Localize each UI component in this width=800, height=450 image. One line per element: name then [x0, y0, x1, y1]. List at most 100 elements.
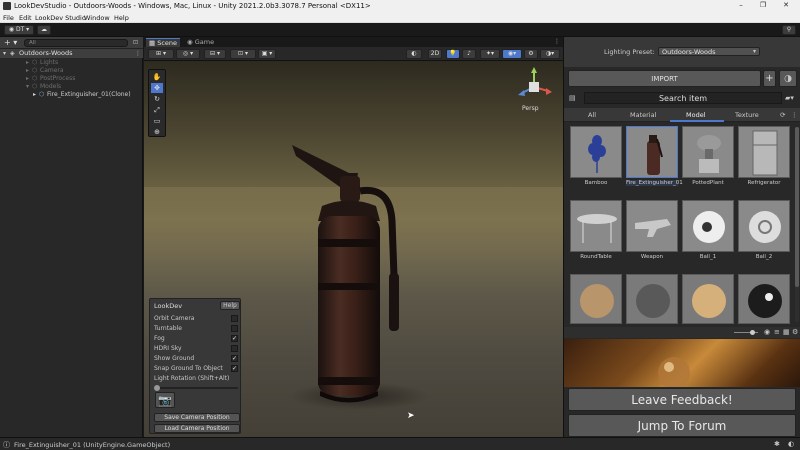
expand-arrow-icon[interactable]: ▾: [26, 83, 29, 91]
tab-all[interactable]: All: [588, 111, 596, 119]
expand-arrow-icon[interactable]: ▸: [26, 75, 29, 83]
help-button[interactable]: Help: [220, 301, 240, 310]
tools-icon[interactable]: ⚙: [524, 49, 538, 59]
progress-icon[interactable]: ◐: [788, 440, 794, 448]
draw-mode-dropdown[interactable]: ⊞ ▾: [148, 49, 174, 59]
hierarchy-item-postprocess[interactable]: ▸ ⬡ PostProcess: [0, 75, 143, 83]
tab-game[interactable]: ◉ Game: [184, 38, 217, 47]
orbit-camera-checkbox[interactable]: [231, 315, 238, 322]
more-icon[interactable]: ⋮: [135, 49, 141, 58]
gizmos-dropdown[interactable]: ◑▾: [540, 49, 560, 59]
tab-material[interactable]: Material: [630, 111, 656, 119]
expand-arrow-icon[interactable]: ▸: [26, 67, 29, 75]
scene-viewport[interactable]: ✋ ✥ ↻ ⤢ ▭ ⊕ Persp LookDev Help Orbit Cam: [144, 61, 563, 437]
asset-ball-2[interactable]: Ball_2: [738, 200, 790, 272]
fog-checkbox[interactable]: ✓: [231, 335, 238, 342]
persp-label[interactable]: Persp: [522, 105, 539, 112]
lock-icon[interactable]: ⊡: [133, 39, 138, 46]
hierarchy-item-models[interactable]: ▾ ⬡ Models: [0, 83, 143, 91]
cloud-icon[interactable]: ☁: [37, 25, 51, 35]
asset-fire-extinguisher[interactable]: Fire_Extinguisher_01: [626, 126, 683, 198]
asset-roundtable[interactable]: RoundTable: [570, 200, 622, 272]
thumbnail-size-slider[interactable]: [734, 330, 758, 335]
sphere-view-icon[interactable]: ◉: [764, 328, 770, 336]
audio-toggle-icon[interactable]: ♪: [462, 49, 476, 59]
light-rotation-slider[interactable]: [154, 385, 238, 391]
scale-tool-icon[interactable]: ⤢: [151, 105, 163, 115]
maximize-button[interactable]: ❐: [757, 1, 769, 11]
filter-icon[interactable]: ▤: [569, 94, 576, 102]
bug-icon[interactable]: ✱: [774, 440, 780, 448]
gear-icon[interactable]: ⚙: [792, 328, 798, 336]
more-icon[interactable]: ⋮: [554, 38, 560, 45]
hierarchy-item-lights[interactable]: ▸ ⬡ Lights: [0, 59, 143, 67]
import-button[interactable]: IMPORT: [568, 70, 761, 87]
hierarchy-item-fire-extinguisher[interactable]: ▸ ⬡ Fire_Extinguisher_01(Clone): [0, 91, 143, 99]
folder-icon[interactable]: ▰▾: [785, 94, 794, 102]
show-ground-checkbox[interactable]: ✓: [231, 355, 238, 362]
search-icon[interactable]: ⚲: [782, 25, 796, 35]
grid-snap-dropdown[interactable]: ⊟ ▾: [204, 49, 226, 59]
effects-toggle-icon[interactable]: ✦▾: [480, 49, 500, 59]
close-button[interactable]: ✕: [780, 1, 792, 11]
asset-pottedplant[interactable]: PottedPlant: [682, 126, 734, 198]
option-snap-ground: Snap Ground To Object ✓: [154, 364, 240, 373]
asset-ball-1[interactable]: Ball_1: [682, 200, 734, 272]
camera-icon[interactable]: 📷: [155, 392, 175, 408]
tab-texture[interactable]: Texture: [735, 111, 759, 119]
transform-tool-icon[interactable]: ⊕: [151, 127, 163, 137]
slider-thumb[interactable]: [750, 330, 755, 335]
expand-arrow-icon[interactable]: ▾: [3, 49, 6, 58]
list-view-icon[interactable]: ≡: [774, 328, 780, 336]
rect-tool-icon[interactable]: ▭: [151, 116, 163, 126]
search-item-input[interactable]: Search item: [584, 92, 782, 104]
hierarchy-search-input[interactable]: All: [24, 39, 128, 47]
hdri-sky-checkbox[interactable]: [231, 345, 238, 352]
asset-scrollbar[interactable]: [795, 127, 799, 322]
scene-row[interactable]: ▾ ◈ Outdoors-Woods ⋮: [0, 49, 143, 58]
account-dropdown[interactable]: ◉ DT ▾: [4, 25, 34, 35]
menu-window[interactable]: Window: [84, 14, 110, 22]
jump-to-forum-button[interactable]: Jump To Forum: [568, 414, 796, 437]
unity-scene-icon: ◈: [10, 50, 15, 57]
hierarchy-item-camera[interactable]: ▸ ⬡ Camera: [0, 67, 143, 75]
hidden-objects-icon[interactable]: ◉▾: [502, 49, 522, 59]
orientation-gizmo[interactable]: Persp: [514, 67, 554, 115]
tab-scene[interactable]: ▦ Scene: [146, 38, 181, 47]
more-icon[interactable]: ⋮: [791, 111, 798, 119]
tab-model[interactable]: Model: [686, 111, 706, 119]
add-button[interactable]: +: [763, 70, 776, 87]
asset-weapon[interactable]: Weapon: [626, 200, 678, 272]
turntable-checkbox[interactable]: [231, 325, 238, 332]
add-icon[interactable]: + ▾: [4, 38, 17, 47]
hand-tool-icon[interactable]: ✋: [151, 72, 163, 82]
camera-settings-dropdown[interactable]: ▣ ▾: [258, 49, 276, 59]
menu-lookdev-studio[interactable]: LookDev Studio: [35, 14, 86, 22]
expand-arrow-icon[interactable]: ▸: [33, 91, 36, 99]
minimize-button[interactable]: –: [735, 1, 747, 11]
snap-ground-checkbox[interactable]: ✓: [231, 365, 238, 372]
snap-increment-dropdown[interactable]: ⊡ ▾: [230, 49, 256, 59]
menu-edit[interactable]: Edit: [19, 14, 32, 22]
leave-feedback-button[interactable]: Leave Feedback!: [568, 388, 796, 411]
refresh-icon[interactable]: ⟳: [780, 111, 785, 119]
lighting-preset-dropdown[interactable]: Outdoors-Woods ▾: [658, 47, 760, 56]
rotate-tool-icon[interactable]: ↻: [151, 94, 163, 104]
grid-view-icon[interactable]: ▦: [783, 328, 790, 336]
slider-thumb[interactable]: [154, 385, 160, 391]
asset-bamboo[interactable]: Bamboo: [570, 126, 622, 198]
menu-file[interactable]: File: [3, 14, 14, 22]
view-options-dropdown[interactable]: ◎ ▾: [176, 49, 200, 59]
shading-mode-icon[interactable]: ◐: [406, 49, 422, 59]
save-camera-button[interactable]: Save Camera Position: [154, 413, 240, 422]
expand-arrow-icon[interactable]: ▸: [26, 59, 29, 67]
scrollbar-thumb[interactable]: [795, 127, 799, 287]
lighting-toggle-icon[interactable]: 💡: [446, 49, 460, 59]
mode-2d-button[interactable]: 2D: [428, 49, 442, 59]
preview-sphere-icon[interactable]: ◑: [779, 70, 797, 87]
status-message[interactable]: Fire_Extinguisher_01 (UnityEngine.GameOb…: [14, 441, 170, 449]
load-camera-button[interactable]: Load Camera Position: [154, 424, 240, 433]
menu-help[interactable]: Help: [114, 14, 129, 22]
asset-refrigerator[interactable]: Refrigerator: [738, 126, 790, 198]
move-tool-icon[interactable]: ✥: [151, 83, 163, 93]
